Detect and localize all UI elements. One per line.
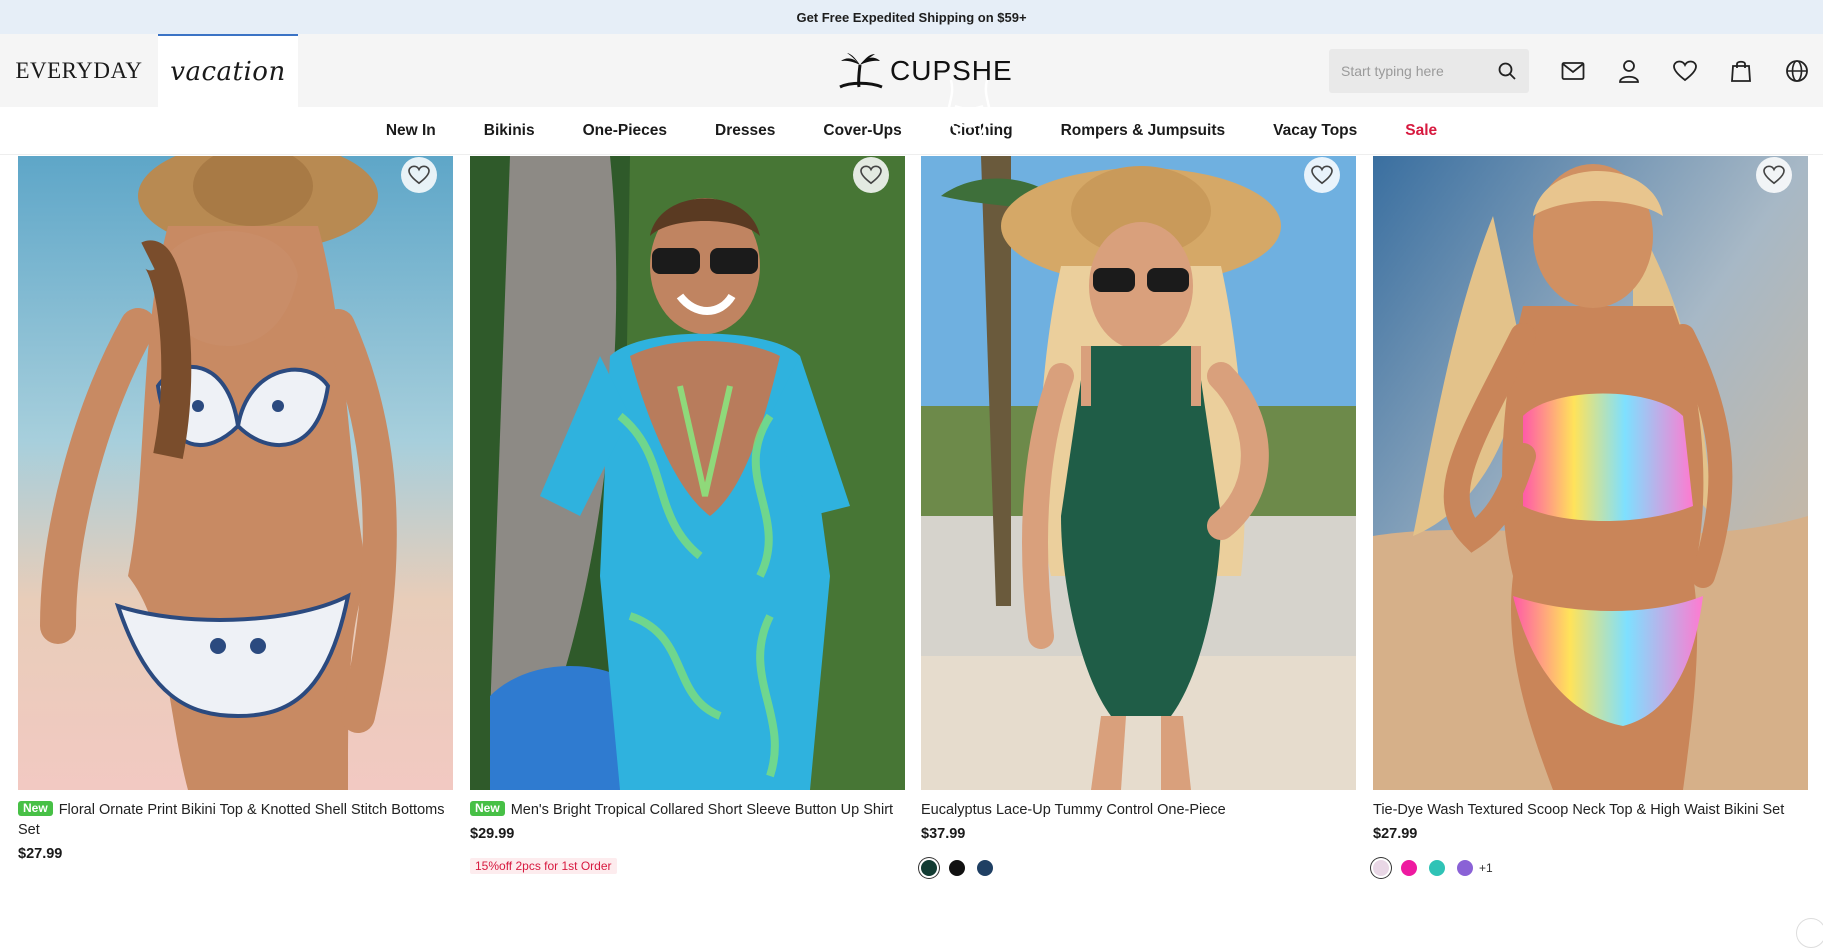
nav-item-one-pieces[interactable]: One-Pieces: [559, 107, 691, 155]
color-swatch[interactable]: [977, 860, 993, 876]
nav-item-sale[interactable]: Sale: [1381, 107, 1461, 155]
product-title[interactable]: New Floral Ornate Print Bikini Top & Knot…: [18, 800, 453, 840]
new-badge: New: [470, 801, 505, 816]
product-title[interactable]: Tie-Dye Wash Textured Scoop Neck Top & H…: [1373, 800, 1808, 820]
product-image[interactable]: [470, 156, 905, 790]
product-title-text[interactable]: Tie-Dye Wash Textured Scoop Neck Top & H…: [1373, 802, 1784, 818]
search-icon[interactable]: [1497, 61, 1517, 81]
user-icon[interactable]: [1616, 58, 1642, 84]
product-title-text[interactable]: Floral Ornate Print Bikini Top & Knotted…: [18, 802, 444, 838]
nav-item-vacay-tops[interactable]: Vacay Tops: [1249, 107, 1381, 155]
tab-vacation[interactable]: vacation: [158, 34, 298, 107]
nav-item-dresses[interactable]: Dresses: [691, 107, 799, 155]
color-swatches: [921, 860, 993, 876]
product-price: $27.99: [18, 846, 63, 862]
nav-item-cover-ups[interactable]: Cover-Ups: [799, 107, 925, 155]
body-shape-icon: [947, 79, 991, 147]
wishlist-heart-icon[interactable]: [1756, 157, 1792, 193]
color-swatch[interactable]: [1373, 860, 1389, 876]
new-badge: New: [18, 801, 53, 816]
nav-item-new-in[interactable]: New In: [362, 107, 460, 155]
bag-icon[interactable]: [1728, 58, 1754, 84]
wishlist-heart-icon[interactable]: [853, 157, 889, 193]
wishlist-heart-icon[interactable]: [1304, 157, 1340, 193]
search-input[interactable]: [1341, 63, 1481, 79]
palm-tree-icon: [839, 53, 883, 89]
color-swatches: +1: [1373, 860, 1493, 876]
globe-icon[interactable]: [1784, 58, 1810, 84]
color-swatch[interactable]: [1401, 860, 1417, 876]
product-title-text[interactable]: Men's Bright Tropical Collared Short Sle…: [511, 802, 893, 818]
nav-item-bikinis[interactable]: Bikinis: [460, 107, 559, 155]
tab-everyday[interactable]: EVERYDAY: [0, 34, 158, 107]
product-title-text[interactable]: Eucalyptus Lace-Up Tummy Control One-Pie…: [921, 802, 1226, 818]
color-swatch[interactable]: [949, 860, 965, 876]
search-box: [1329, 49, 1529, 93]
promo-tag: 15%off 2pcs for 1st Order: [470, 858, 617, 874]
product-price: $37.99: [921, 826, 966, 842]
product-image[interactable]: [1373, 156, 1808, 790]
heart-icon[interactable]: [1672, 58, 1698, 84]
color-swatch[interactable]: [1457, 860, 1473, 876]
product-price: $27.99: [1373, 826, 1418, 842]
product-image[interactable]: [18, 156, 453, 790]
promo-bar[interactable]: Get Free Expedited Shipping on $59+: [0, 0, 1823, 34]
color-swatch[interactable]: [1429, 860, 1445, 876]
more-colors-count[interactable]: +1: [1479, 861, 1493, 875]
wishlist-heart-icon[interactable]: [401, 157, 437, 193]
product-price: $29.99: [470, 826, 515, 842]
product-title[interactable]: Eucalyptus Lace-Up Tummy Control One-Pie…: [921, 800, 1356, 820]
promo-text[interactable]: Get Free Expedited Shipping on $59+: [796, 10, 1026, 25]
header: EVERYDAY vacation CUPSHE: [0, 34, 1823, 107]
color-swatch[interactable]: [921, 860, 937, 876]
product-grid: New Floral Ornate Print Bikini Top & Knot…: [18, 79, 1823, 948]
chat-icon[interactable]: [1796, 918, 1823, 948]
main-nav: New In Bikinis One-Pieces Dresses Cover-…: [0, 107, 1823, 155]
mail-icon[interactable]: [1560, 58, 1586, 84]
product-title[interactable]: New Men's Bright Tropical Collared Short …: [470, 800, 905, 820]
nav-item-rompers-jumpsuits[interactable]: Rompers & Jumpsuits: [1037, 107, 1250, 155]
product-image[interactable]: [921, 156, 1356, 790]
